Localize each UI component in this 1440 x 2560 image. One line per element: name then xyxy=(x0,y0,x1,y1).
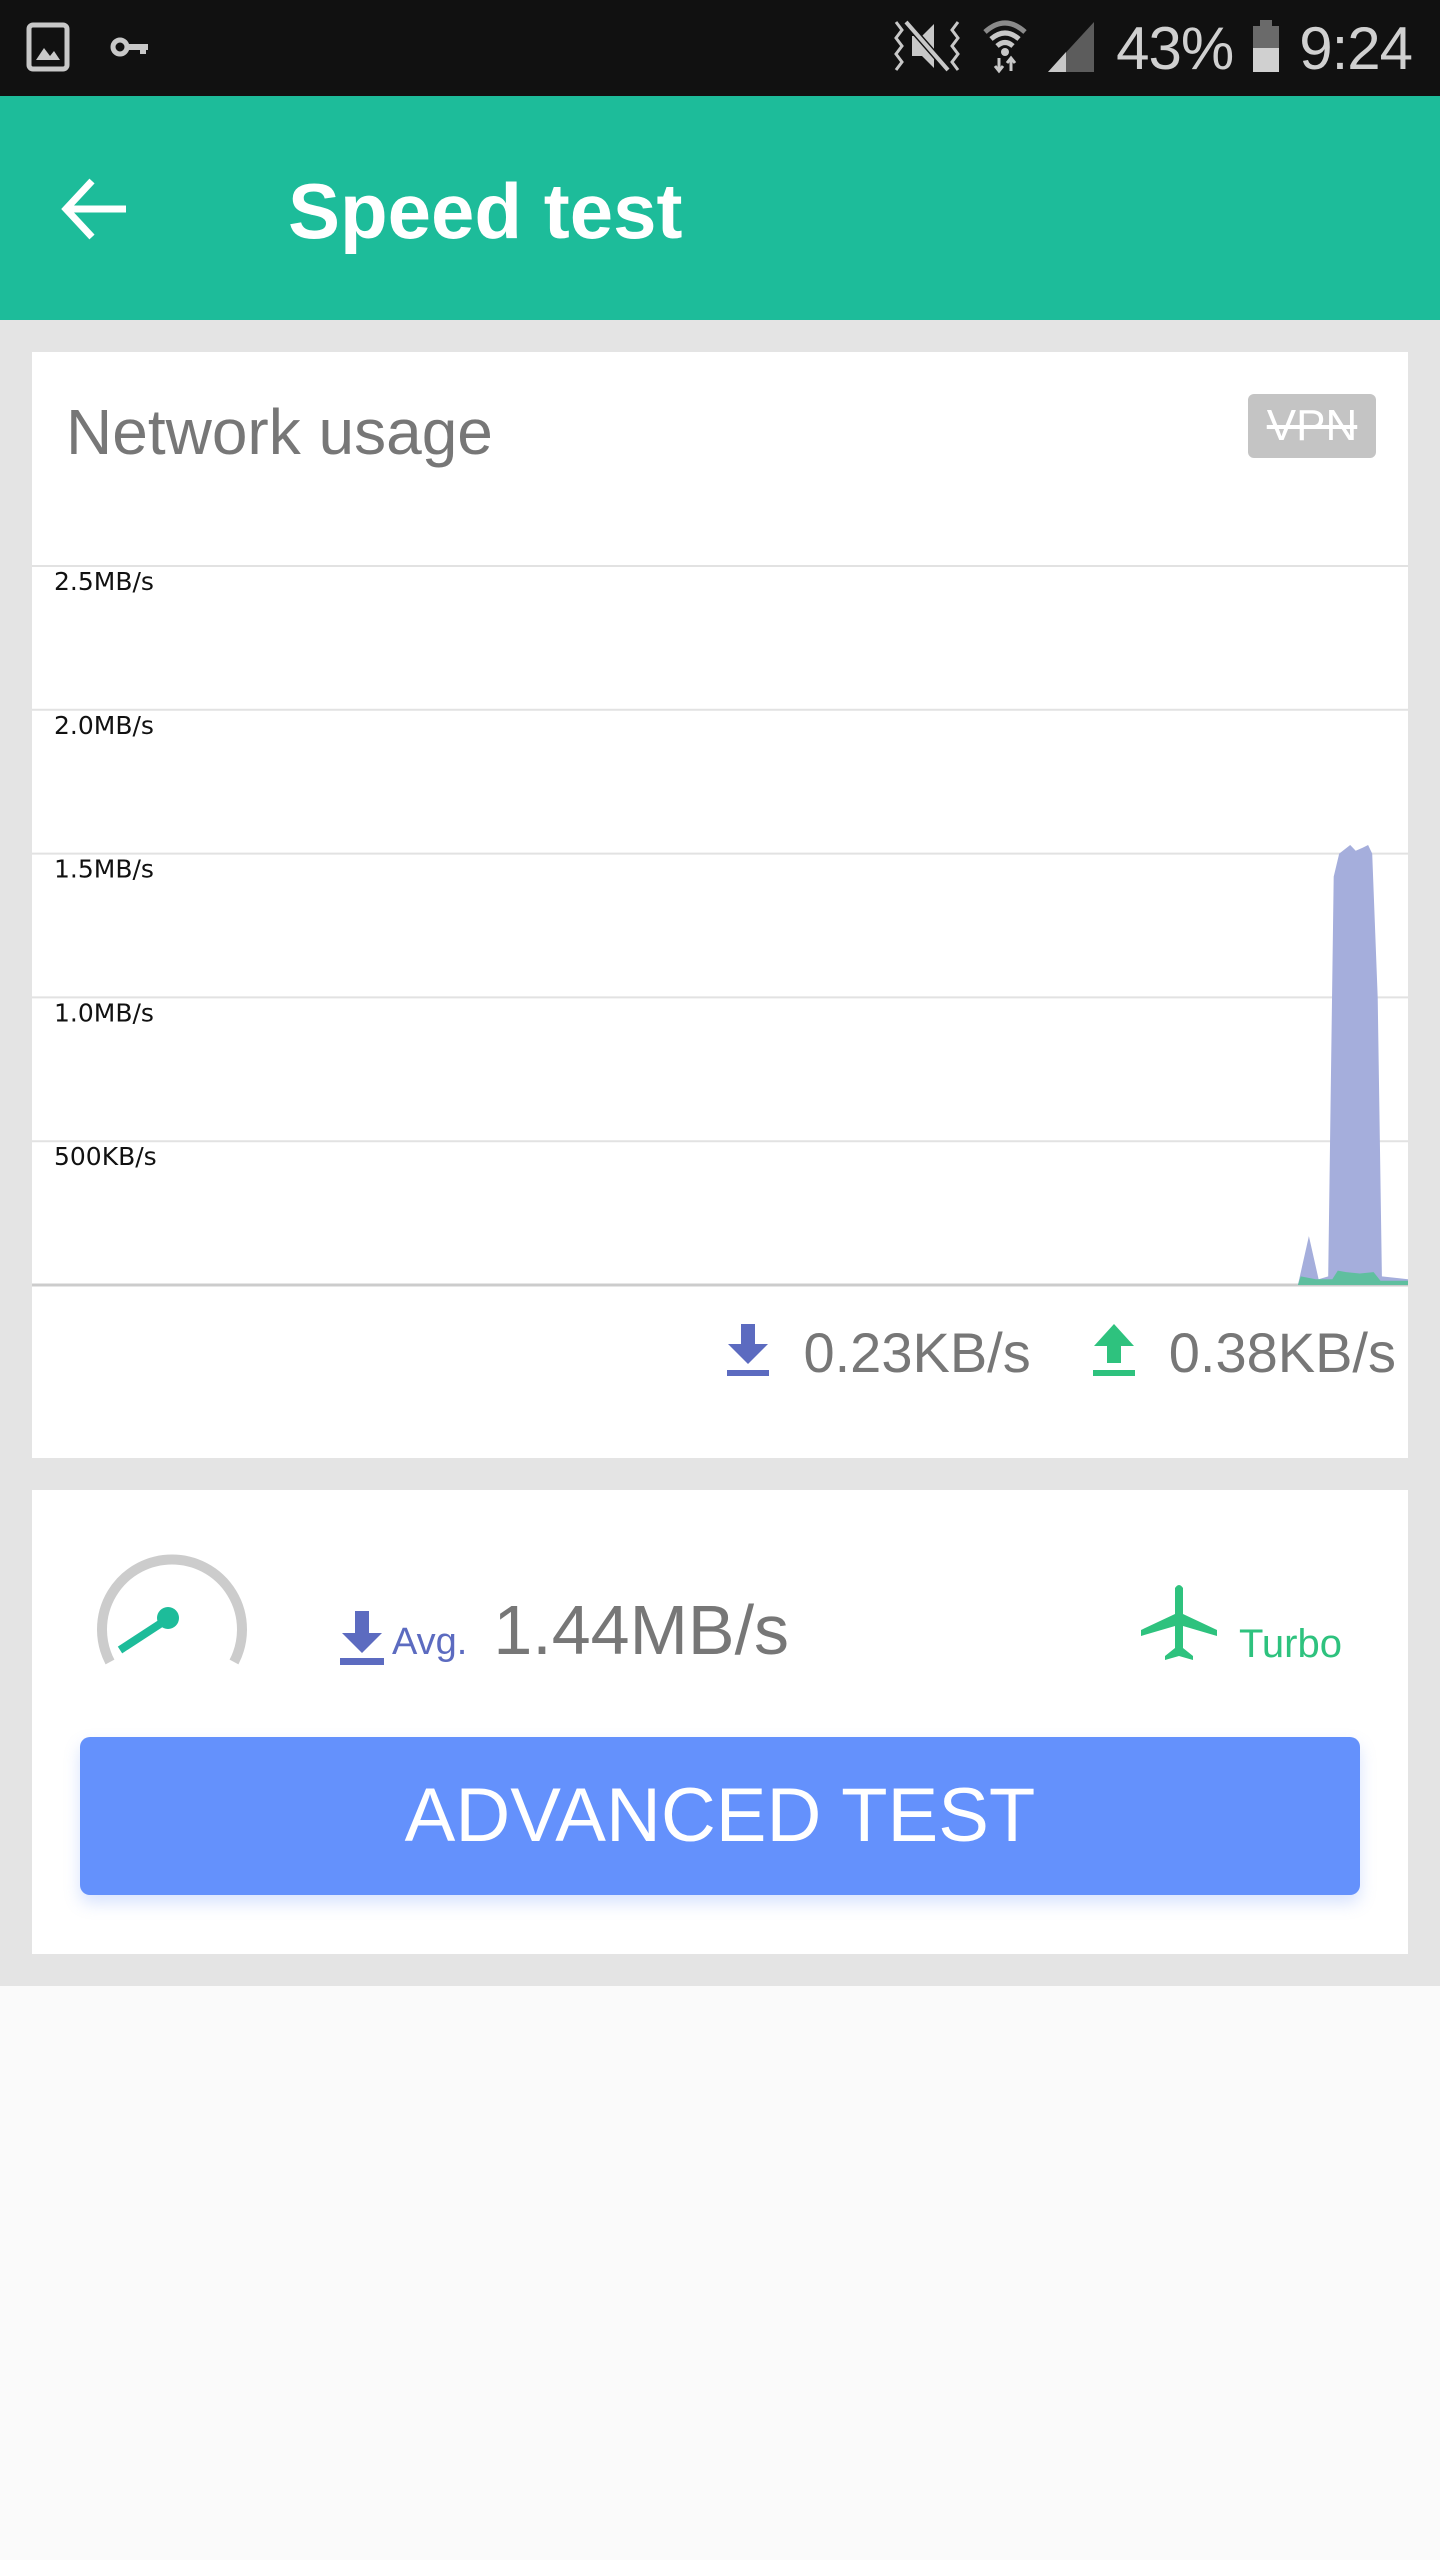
airplane-icon xyxy=(1137,1580,1221,1669)
download-icon xyxy=(725,1323,771,1381)
download-icon xyxy=(340,1611,384,1670)
card-title: Network usage xyxy=(66,396,493,468)
upload-speed-value: 0.38KB/s xyxy=(1168,1320,1396,1384)
back-button[interactable] xyxy=(50,166,140,256)
network-usage-card: Network usage VPN 500KB/s 1.0MB/s 1.5MB/s 2… xyxy=(32,352,1408,1458)
y-tick-label: 500KB/s xyxy=(54,1142,157,1171)
area-series-download xyxy=(32,845,1408,1285)
gallery-icon xyxy=(26,22,70,77)
y-tick-label: 2.5MB/s xyxy=(54,567,154,596)
advanced-test-button[interactable]: ADVANCED TEST xyxy=(80,1737,1360,1895)
vpn-key-icon xyxy=(110,32,150,67)
average-speed: Avg. 1.44MB/s xyxy=(340,1590,789,1670)
chart-svg: 500KB/s 1.0MB/s 1.5MB/s 2.0MB/s 2.5MB/s xyxy=(32,565,1408,1287)
speedometer-icon xyxy=(92,1550,252,1670)
download-speed: 0.23KB/s xyxy=(725,1320,1031,1385)
upload-speed: 0.38KB/s xyxy=(1091,1320,1396,1385)
status-bar: 43% 9:24 xyxy=(0,0,1440,96)
y-tick-label: 1.0MB/s xyxy=(54,998,154,1027)
clock: 9:24 xyxy=(1299,14,1413,82)
battery-percent: 43% xyxy=(1116,14,1234,82)
area-series-upload xyxy=(32,1270,1408,1285)
wifi-icon xyxy=(982,18,1028,79)
turbo-mode[interactable]: Turbo xyxy=(1137,1580,1342,1669)
network-usage-chart: 500KB/s 1.0MB/s 1.5MB/s 2.0MB/s 2.5MB/s xyxy=(32,552,1408,1292)
avg-speed-value: 1.44MB/s xyxy=(493,1591,790,1669)
signal-icon xyxy=(1046,18,1098,79)
y-tick-label: 1.5MB/s xyxy=(54,855,154,884)
vpn-toggle[interactable]: VPN xyxy=(1248,394,1376,458)
current-speed-row: 0.23KB/s 0.38KB/s xyxy=(665,1312,1396,1392)
upload-icon xyxy=(1091,1323,1137,1381)
y-tick-label: 2.0MB/s xyxy=(54,711,154,740)
app-bar: Speed test xyxy=(0,96,1440,320)
download-speed-value: 0.23KB/s xyxy=(803,1320,1031,1384)
avg-label: Avg. xyxy=(392,1621,468,1663)
mute-vibrate-icon xyxy=(890,18,964,79)
battery-icon xyxy=(1251,18,1281,79)
vpn-label: VPN xyxy=(1266,401,1358,450)
speed-test-card: Avg. 1.44MB/s Turbo ADVANCED TEST xyxy=(32,1490,1408,1954)
arrow-left-icon xyxy=(60,177,130,246)
turbo-label: Turbo xyxy=(1238,1622,1342,1666)
page-title: Speed test xyxy=(288,167,683,255)
